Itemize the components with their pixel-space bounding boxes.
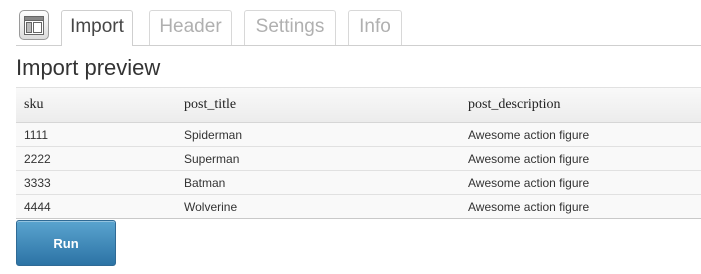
- table-row: 3333 Batman Awesome action figure: [16, 170, 701, 195]
- table-row: 4444 Wolverine Awesome action figure: [16, 194, 701, 219]
- page-title: Import preview: [16, 55, 161, 80]
- table-row: 1111 Spiderman Awesome action figure: [16, 122, 701, 147]
- cell-post-title: Superman: [176, 146, 460, 171]
- tab-header[interactable]: Header: [149, 10, 232, 45]
- tab-info[interactable]: Info: [348, 10, 402, 45]
- cell-sku: 2222: [16, 146, 176, 171]
- cell-post-title: Wolverine: [176, 194, 460, 219]
- column-header-post-title: post_title: [176, 88, 460, 123]
- preview-table: sku post_title post_description 1111 Spi…: [16, 87, 701, 219]
- run-button[interactable]: Run: [16, 220, 116, 266]
- tab-import[interactable]: Import: [61, 10, 133, 46]
- cell-post-title: Batman: [176, 170, 460, 195]
- cell-post-description: Awesome action figure: [460, 170, 701, 195]
- cell-sku: 1111: [16, 122, 176, 147]
- layout-icon[interactable]: [19, 10, 49, 40]
- cell-post-title: Spiderman: [176, 122, 460, 147]
- column-header-post-description: post_description: [460, 88, 701, 123]
- cell-post-description: Awesome action figure: [460, 194, 701, 219]
- cell-sku: 3333: [16, 170, 176, 195]
- cell-post-description: Awesome action figure: [460, 146, 701, 171]
- table-header-row: sku post_title post_description: [16, 88, 701, 123]
- tab-settings[interactable]: Settings: [244, 10, 336, 45]
- tab-bar: Import Header Settings Info: [16, 9, 701, 46]
- column-header-sku: sku: [16, 88, 176, 123]
- table-row: 2222 Superman Awesome action figure: [16, 146, 701, 171]
- cell-sku: 4444: [16, 194, 176, 219]
- cell-post-description: Awesome action figure: [460, 122, 701, 147]
